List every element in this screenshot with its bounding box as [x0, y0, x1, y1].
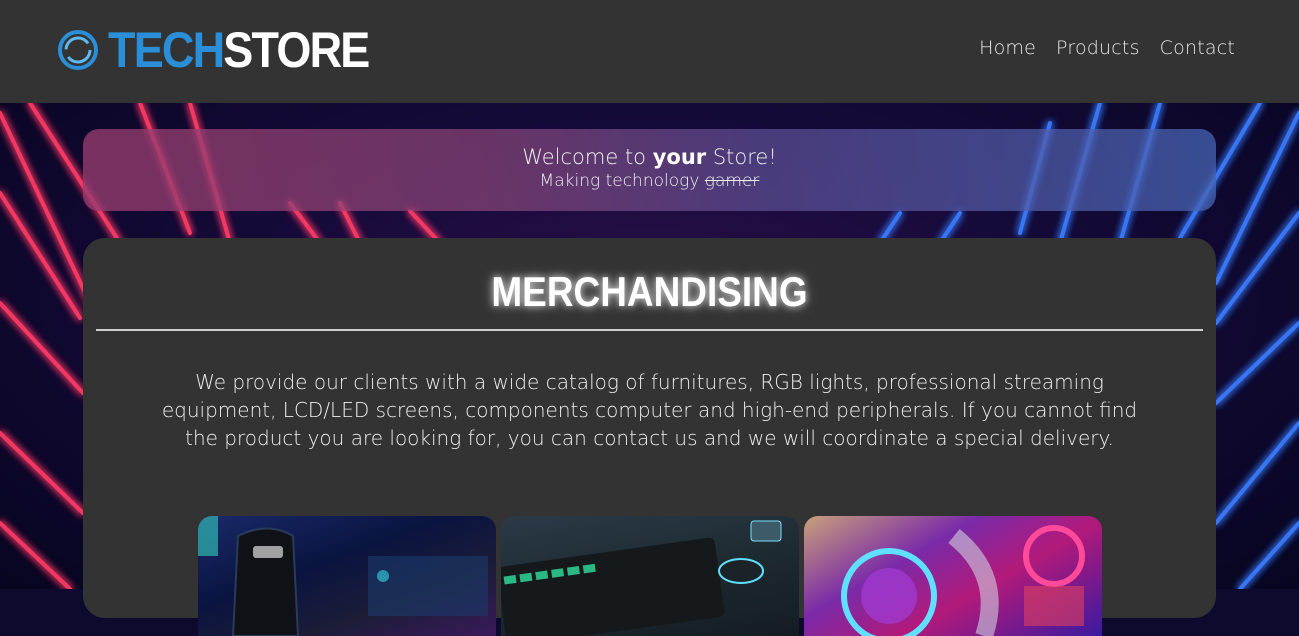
welcome-heading: Welcome to your Store! — [83, 145, 1216, 169]
nav-home-link[interactable]: Home — [979, 37, 1036, 59]
rgb-keyboard-photo[interactable] — [501, 516, 799, 636]
logo-text-tech: TECH — [108, 22, 225, 78]
ring-logo-icon — [56, 28, 100, 72]
welcome-text-start: Welcome to — [522, 145, 653, 169]
nav-products-link[interactable]: Products — [1056, 37, 1140, 59]
product-gallery — [198, 516, 1102, 636]
welcome-text-emphasis: your — [652, 145, 707, 169]
logo-text-store: STORE — [223, 22, 370, 78]
logo-wordmark: TECHSTORE — [108, 22, 370, 78]
nav-contact-link[interactable]: Contact — [1160, 37, 1235, 59]
welcome-text-end: Store! — [706, 145, 777, 169]
tagline-struck-text: gamer — [704, 171, 760, 191]
rgb-lights-pc-photo[interactable] — [804, 516, 1102, 636]
tagline: Making technology gamer — [83, 171, 1216, 191]
main-nav: Home Products Contact — [979, 37, 1235, 59]
gaming-chair-photo[interactable] — [198, 516, 496, 636]
welcome-banner: Welcome to your Store! Making technology… — [83, 129, 1216, 211]
site-header: TECHSTORE Home Products Contact — [0, 0, 1299, 103]
site-logo[interactable]: TECHSTORE — [56, 22, 397, 78]
tagline-text: Making technology — [539, 171, 705, 191]
